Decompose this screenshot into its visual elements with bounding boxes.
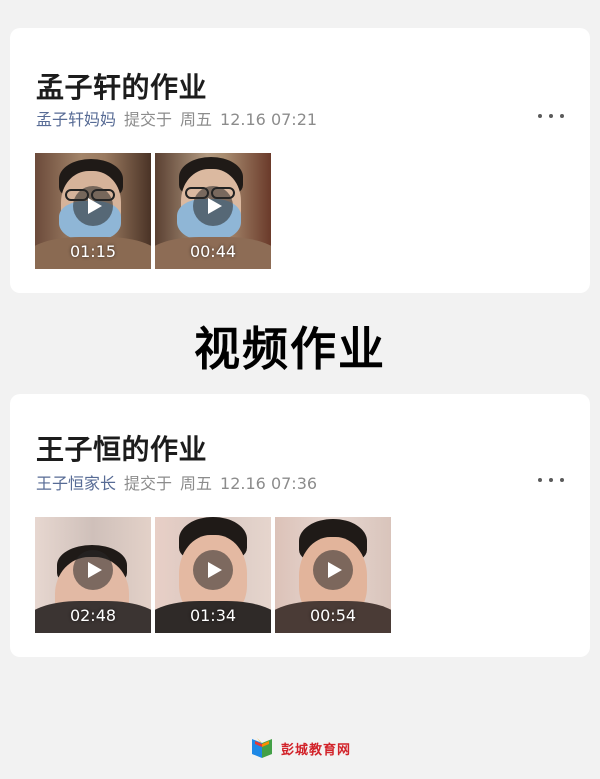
- submitted-datetime: 12.16 07:36: [220, 474, 318, 493]
- section-banner: 视频作业: [10, 300, 590, 392]
- video-duration: 01:34: [189, 606, 237, 625]
- submission-title[interactable]: 王子恒的作业: [36, 428, 207, 468]
- submitted-day: 周五: [180, 474, 213, 493]
- submission-title[interactable]: 孟子轩的作业: [36, 66, 207, 106]
- video-duration: 00:54: [309, 606, 357, 625]
- video-thumbnail[interactable]: 01:15: [35, 153, 151, 269]
- video-thumbnail[interactable]: 02:48: [35, 517, 151, 633]
- footer: 彭城教育网: [0, 733, 600, 763]
- more-options-button[interactable]: [538, 474, 564, 486]
- video-duration: 00:44: [189, 242, 237, 261]
- video-duration: 02:48: [69, 606, 117, 625]
- submission-meta: 孟子轩妈妈 提交于 周五 12.16 07:21: [36, 106, 325, 130]
- book-logo-icon: [251, 738, 272, 758]
- logo-text: 彭城教育网: [280, 742, 351, 758]
- submitted-datetime: 12.16 07:21: [220, 110, 318, 129]
- site-logo[interactable]: 彭城教育网: [249, 737, 351, 759]
- submitter-name[interactable]: 孟子轩妈妈: [36, 110, 116, 129]
- submission-meta: 王子恒家长 提交于 周五 12.16 07:36: [36, 470, 325, 494]
- submission-card: 王子恒的作业 王子恒家长 提交于 周五 12.16 07:36 02:48 01:34: [10, 394, 590, 657]
- video-thumbnails: 01:15 00:44: [35, 153, 271, 269]
- more-dots-icon: [538, 114, 542, 118]
- submitted-label: 提交于: [124, 110, 173, 129]
- video-thumbnails: 02:48 01:34 00:54: [35, 517, 391, 633]
- video-thumbnail[interactable]: 00:54: [275, 517, 391, 633]
- more-dots-icon: [538, 478, 542, 482]
- video-thumbnail[interactable]: 01:34: [155, 517, 271, 633]
- video-thumbnail[interactable]: 00:44: [155, 153, 271, 269]
- submitted-day: 周五: [180, 110, 213, 129]
- submission-card: 孟子轩的作业 孟子轩妈妈 提交于 周五 12.16 07:21 01:15 00…: [10, 28, 590, 293]
- submitter-name[interactable]: 王子恒家长: [36, 474, 116, 493]
- video-duration: 01:15: [69, 242, 117, 261]
- more-options-button[interactable]: [538, 110, 564, 122]
- banner-title: 视频作业: [194, 322, 386, 376]
- submitted-label: 提交于: [124, 474, 173, 493]
